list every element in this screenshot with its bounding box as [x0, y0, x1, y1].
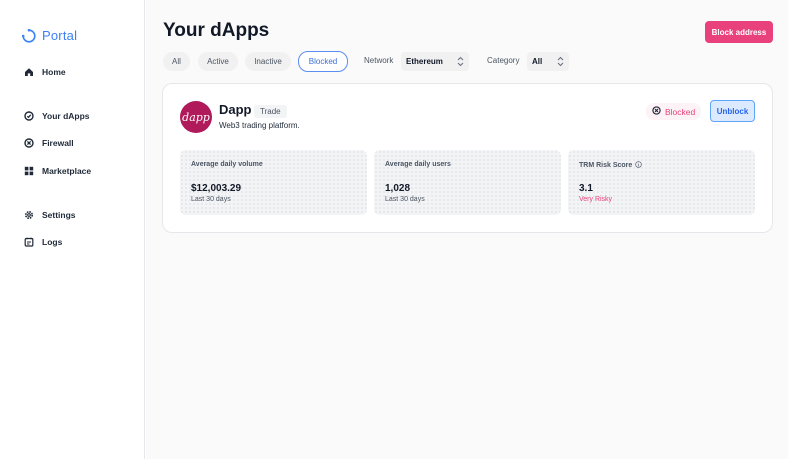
block-address-button[interactable]: Block address — [705, 21, 773, 43]
stat-value: $12,003.29 — [191, 183, 242, 194]
portal-logo-icon — [22, 28, 36, 43]
stat-subtext: Last 30 days — [385, 196, 425, 203]
main-content: Your dApps Block address All Active Inac… — [146, 0, 788, 459]
page-title: Your dApps — [163, 20, 270, 41]
stat-label: TRM Risk Score — [579, 162, 633, 169]
grid-icon — [24, 166, 34, 176]
logs-icon — [24, 237, 34, 247]
portal-logo-text: Portal — [42, 28, 78, 43]
stat-label: Average daily users — [385, 161, 451, 168]
target-icon — [24, 111, 34, 121]
network-select[interactable]: Ethereum — [401, 52, 469, 71]
tab-inactive[interactable]: Inactive — [245, 52, 291, 71]
stat-label: Average daily volume — [191, 161, 263, 168]
network-label: Network — [364, 56, 394, 65]
sidebar-item-firewall[interactable]: Firewall — [24, 138, 74, 148]
stat-average-daily-volume: Average daily volume $12,003.29 Last 30 … — [180, 150, 367, 215]
sidebar-item-settings[interactable]: Settings — [24, 210, 76, 220]
dapp-card: dapp Dapp Trade Web3 trading platform. B… — [162, 83, 773, 233]
sidebar-item-logs[interactable]: Logs — [24, 237, 62, 247]
sidebar-item-label: Your dApps — [42, 111, 90, 121]
sidebar-item-home[interactable]: Home — [24, 67, 66, 77]
updown-chevron-icon — [457, 56, 464, 69]
category-select[interactable]: All — [527, 52, 569, 71]
tab-blocked[interactable]: Blocked — [298, 51, 348, 72]
stat-subtext: Last 30 days — [191, 196, 231, 203]
shield-x-icon — [24, 138, 34, 148]
stat-value: 3.1 — [579, 183, 593, 194]
blocked-icon — [652, 106, 661, 117]
stat-trm-risk-score: TRM Risk Score 3.1 Very Risky — [568, 150, 755, 215]
sidebar-item-label: Settings — [42, 210, 76, 220]
dapp-category-tag: Trade — [254, 105, 287, 118]
dapp-name: Dapp — [219, 102, 252, 117]
category-select-value: All — [532, 57, 543, 66]
tab-all[interactable]: All — [163, 52, 190, 71]
dapp-description: Web3 trading platform. — [219, 121, 300, 130]
sidebar-item-label: Home — [42, 67, 66, 77]
tab-active[interactable]: Active — [198, 52, 238, 71]
info-icon[interactable] — [635, 161, 643, 170]
sidebar-item-label: Logs — [42, 237, 63, 247]
network-select-value: Ethereum — [406, 57, 443, 66]
home-icon — [24, 67, 34, 77]
status-badge-label: Blocked — [665, 106, 696, 117]
status-badge: Blocked — [646, 103, 702, 120]
sidebar-item-marketplace[interactable]: Marketplace — [24, 166, 91, 176]
sidebar: Portal Home Your dApps Firewall Marketpl… — [0, 0, 145, 459]
sidebar-item-label: Marketplace — [42, 166, 92, 176]
gear-icon — [24, 210, 34, 220]
risk-level-label: Very Risky — [579, 196, 613, 203]
stat-average-daily-users: Average daily users 1,028 Last 30 days — [374, 150, 561, 215]
category-label: Category — [487, 56, 520, 65]
dapp-logo: dapp — [180, 101, 212, 133]
sidebar-item-your-dapps[interactable]: Your dApps — [24, 111, 90, 121]
portal-logo[interactable]: Portal — [22, 28, 77, 43]
sidebar-item-label: Firewall — [42, 138, 74, 148]
stat-value: 1,028 — [385, 183, 411, 194]
updown-chevron-icon — [557, 56, 564, 69]
stat-label-row: TRM Risk Score — [579, 161, 643, 170]
unblock-button[interactable]: Unblock — [710, 100, 755, 122]
